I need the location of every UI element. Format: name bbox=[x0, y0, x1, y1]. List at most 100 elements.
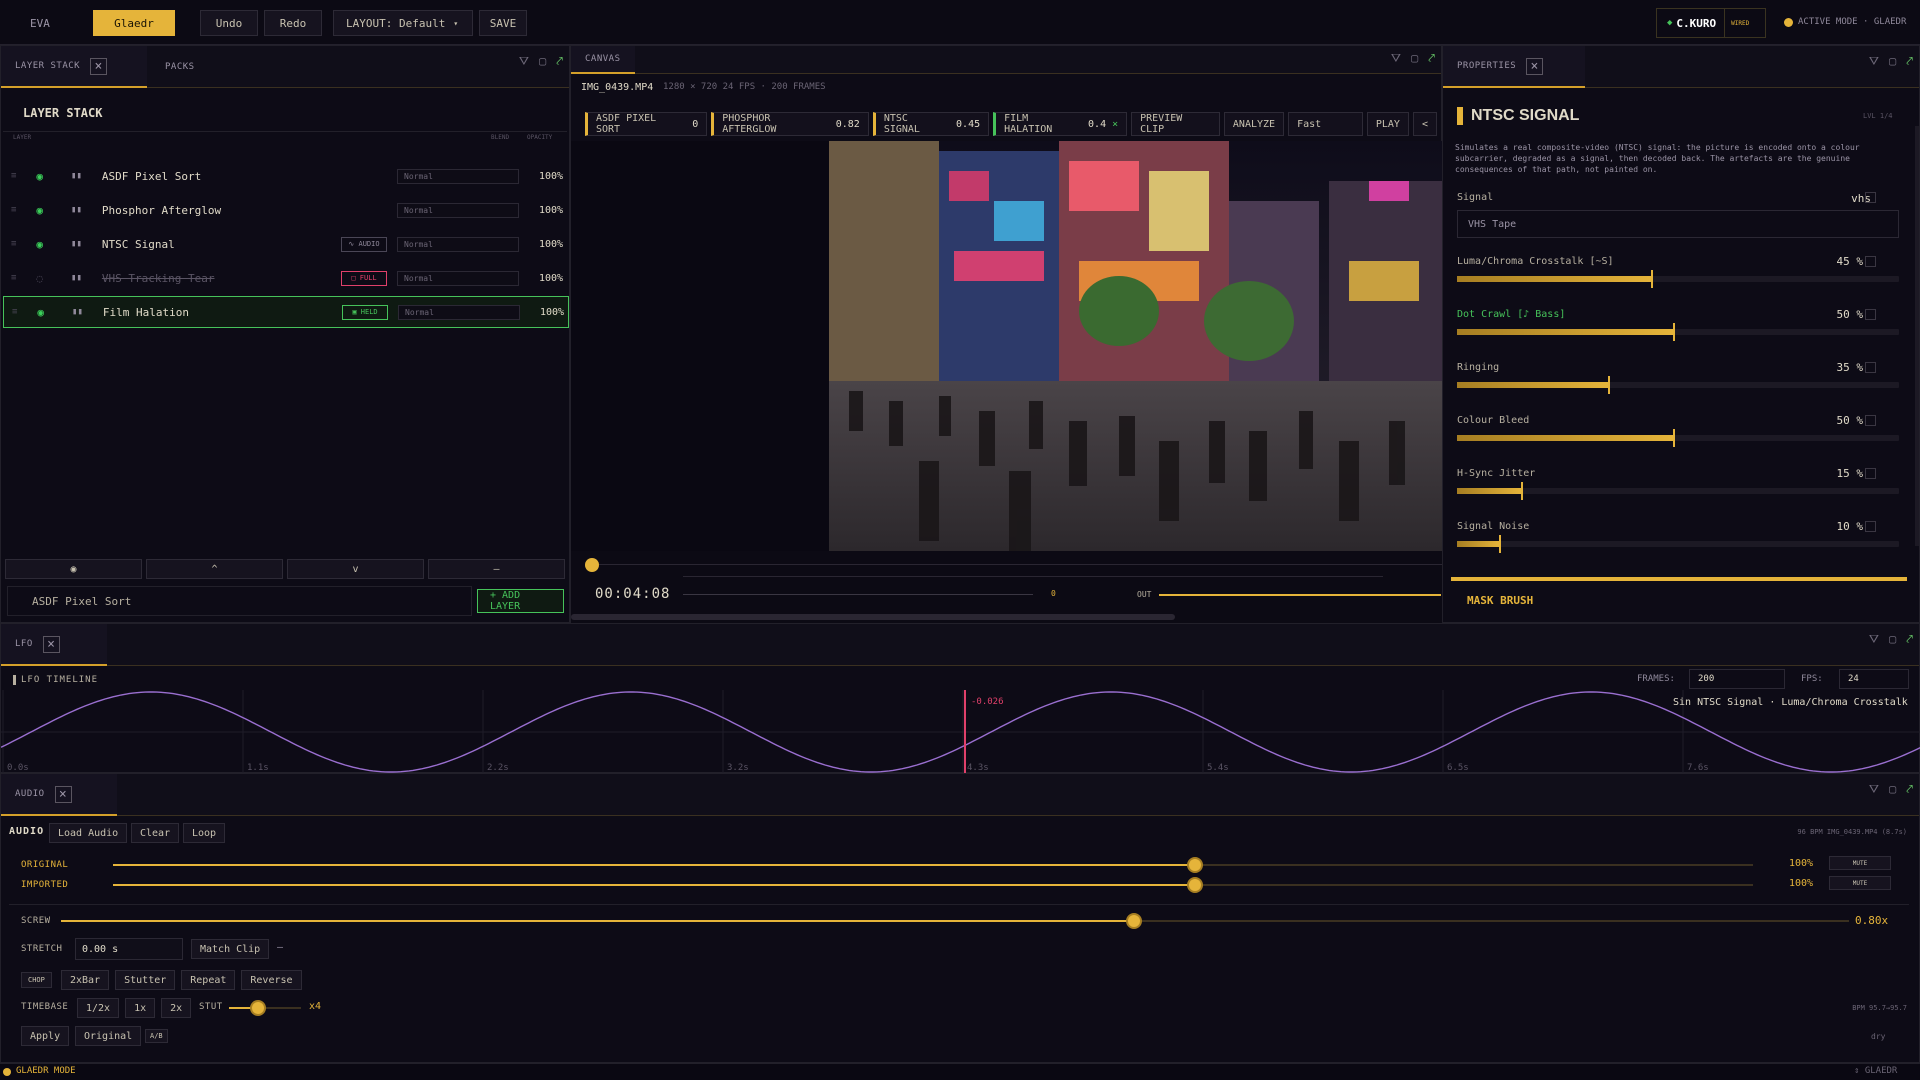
layer-row[interactable]: ≡ ◉ ▮▮ ASDF Pixel Sort Normal 100% bbox=[3, 160, 569, 192]
filter-icon[interactable]: ⛛ bbox=[1869, 782, 1879, 797]
save-button[interactable]: SAVE bbox=[479, 10, 527, 36]
drag-handle-icon[interactable]: ≡ bbox=[11, 239, 16, 249]
close-icon[interactable]: × bbox=[54, 785, 72, 803]
slider-knob[interactable] bbox=[1125, 913, 1142, 929]
vertical-scrollbar[interactable] bbox=[1915, 126, 1919, 546]
layer-tag[interactable]: ▣ HELD bbox=[342, 304, 388, 320]
slider-knob[interactable] bbox=[1187, 857, 1204, 873]
layer-action-button[interactable]: ^ bbox=[146, 559, 283, 579]
layer-tag[interactable]: ∿ AUDIO bbox=[341, 236, 387, 252]
slider-knob[interactable] bbox=[1672, 429, 1675, 447]
chop-mode-button[interactable]: Reverse bbox=[241, 970, 302, 990]
maximize-icon[interactable]: ▢ bbox=[1889, 782, 1896, 797]
close-icon[interactable]: × bbox=[42, 635, 60, 653]
blend-select[interactable]: Normal bbox=[397, 202, 519, 218]
param-slider[interactable] bbox=[1457, 482, 1899, 500]
layer-action-button[interactable]: – bbox=[428, 559, 565, 579]
effect-chip[interactable]: FILM HALATION 0.4 × bbox=[993, 112, 1128, 136]
drag-handle-icon[interactable]: ≡ bbox=[11, 171, 16, 181]
param-slider[interactable] bbox=[1457, 429, 1899, 447]
timebase-button[interactable]: 1/2x bbox=[77, 998, 120, 1018]
tab-lfo[interactable]: LFO × bbox=[1, 624, 107, 666]
tab-packs[interactable]: PACKS bbox=[151, 46, 209, 88]
close-icon[interactable]: × bbox=[1526, 57, 1544, 75]
out-range-fill[interactable] bbox=[1159, 594, 1441, 596]
user-badge[interactable]: ◆ C.KURO WIRED bbox=[1656, 8, 1766, 38]
stut-slider[interactable] bbox=[229, 1000, 301, 1016]
layout-dropdown[interactable]: LAYOUT: Default ▾ bbox=[333, 10, 473, 36]
horizontal-scrollbar[interactable] bbox=[571, 614, 1175, 620]
frames-input[interactable]: 200 bbox=[1689, 669, 1785, 689]
link-icon[interactable]: ⤤ bbox=[1906, 782, 1913, 797]
add-layer-button[interactable]: + ADD LAYER bbox=[477, 589, 564, 613]
fps-input[interactable]: 24 bbox=[1839, 669, 1909, 689]
preview-clip-button[interactable]: PREVIEW CLIP bbox=[1131, 112, 1220, 136]
match-clip-button[interactable]: Match Clip bbox=[191, 939, 270, 959]
imported-mute-button[interactable]: MUTE bbox=[1829, 876, 1891, 890]
filter-icon[interactable]: ⛛ bbox=[519, 54, 529, 69]
load-audio-button[interactable]: Load Audio bbox=[49, 823, 128, 843]
loop-button[interactable]: Loop bbox=[183, 823, 226, 843]
layer-action-button[interactable]: v bbox=[287, 559, 424, 579]
link-icon[interactable]: ⤤ bbox=[556, 54, 563, 69]
signal-select[interactable]: VHS Tape bbox=[1457, 210, 1899, 238]
filter-icon[interactable]: ⛛ bbox=[1869, 632, 1879, 647]
glaedr-mode-button[interactable]: Glaedr bbox=[93, 10, 175, 36]
chop-mode-button[interactable]: Stutter bbox=[115, 970, 176, 990]
scrub-knob[interactable] bbox=[585, 558, 599, 572]
param-lock-checkbox[interactable] bbox=[1865, 256, 1876, 267]
eye-icon[interactable]: ◉ bbox=[37, 306, 44, 319]
slider-knob[interactable] bbox=[1650, 270, 1653, 288]
eye-icon[interactable]: ◌ bbox=[36, 272, 43, 285]
filter-icon[interactable]: ⛛ bbox=[1869, 54, 1879, 69]
param-lock-checkbox[interactable] bbox=[1865, 309, 1876, 320]
maximize-icon[interactable]: ▢ bbox=[539, 54, 546, 69]
param-slider[interactable] bbox=[1457, 376, 1899, 394]
maximize-icon[interactable]: ▢ bbox=[1889, 632, 1896, 647]
drag-handle-icon[interactable]: ≡ bbox=[11, 205, 16, 215]
eye-icon[interactable]: ◉ bbox=[36, 238, 43, 251]
param-lock-checkbox[interactable] bbox=[1865, 415, 1876, 426]
prev-button[interactable]: < bbox=[1412, 112, 1437, 136]
slider-knob[interactable] bbox=[1672, 323, 1675, 341]
layer-row[interactable]: ≡ ◉ ▮▮ NTSC Signal ∿ AUDIO Normal 100% bbox=[3, 228, 569, 260]
param-lock-checkbox[interactable] bbox=[1865, 468, 1876, 479]
stretch-input[interactable]: 0.00 s bbox=[75, 938, 183, 960]
slider-knob[interactable] bbox=[1499, 535, 1502, 553]
filter-icon[interactable]: ⛛ bbox=[1391, 51, 1401, 66]
drag-handle-icon[interactable]: ≡ bbox=[12, 307, 17, 317]
original-mute-button[interactable]: MUTE bbox=[1829, 856, 1891, 870]
redo-button[interactable]: Redo bbox=[264, 10, 322, 36]
screw-slider[interactable] bbox=[61, 913, 1849, 929]
maximize-icon[interactable]: ▢ bbox=[1889, 54, 1896, 69]
effect-chip[interactable]: ASDF PIXEL SORT 0 bbox=[585, 112, 708, 136]
blend-select[interactable]: Normal bbox=[398, 304, 520, 320]
blend-select[interactable]: Normal bbox=[397, 168, 519, 184]
tab-audio[interactable]: AUDIO × bbox=[1, 774, 117, 816]
blend-select[interactable]: Normal bbox=[397, 270, 519, 286]
maximize-icon[interactable]: ▢ bbox=[1411, 51, 1418, 66]
lfo-waveform[interactable]: 0.0s 1.1s 2.2s 3.2s 4.3s 5.4s 6.5s 7.6s bbox=[1, 690, 1920, 774]
tab-canvas[interactable]: CANVAS bbox=[571, 46, 635, 74]
slider-knob[interactable] bbox=[1607, 376, 1610, 394]
param-slider[interactable] bbox=[1457, 535, 1899, 553]
param-slider[interactable] bbox=[1457, 270, 1899, 288]
param-lock-checkbox[interactable] bbox=[1865, 362, 1876, 373]
signal-lock-checkbox[interactable] bbox=[1865, 192, 1876, 203]
eye-icon[interactable]: ◉ bbox=[36, 204, 43, 217]
layer-action-button[interactable]: ◉ bbox=[5, 559, 142, 579]
tab-properties[interactable]: PROPERTIES × bbox=[1443, 46, 1585, 88]
layer-row[interactable]: ≡ ◉ ▮▮ Phosphor Afterglow Normal 100% bbox=[3, 194, 569, 226]
chop-mode-button[interactable]: Repeat bbox=[181, 970, 236, 990]
original-volume-slider[interactable] bbox=[113, 857, 1753, 873]
eva-button[interactable]: EVA bbox=[18, 10, 62, 36]
layer-row[interactable]: ≡ ◉ ▮▮ Film Halation ▣ HELD Normal 100% bbox=[3, 296, 569, 328]
slider-knob[interactable] bbox=[1187, 877, 1204, 893]
chop-mode-button[interactable]: 2xBar bbox=[61, 970, 110, 990]
apply-button[interactable]: Apply bbox=[21, 1026, 70, 1046]
effect-chip[interactable]: PHOSPHOR AFTERGLOW 0.82 bbox=[711, 112, 869, 136]
blend-select[interactable]: Normal bbox=[397, 236, 519, 252]
tab-layer-stack[interactable]: LAYER STACK × bbox=[1, 46, 147, 88]
slider-knob[interactable] bbox=[249, 1000, 266, 1016]
undo-button[interactable]: Undo bbox=[200, 10, 258, 36]
